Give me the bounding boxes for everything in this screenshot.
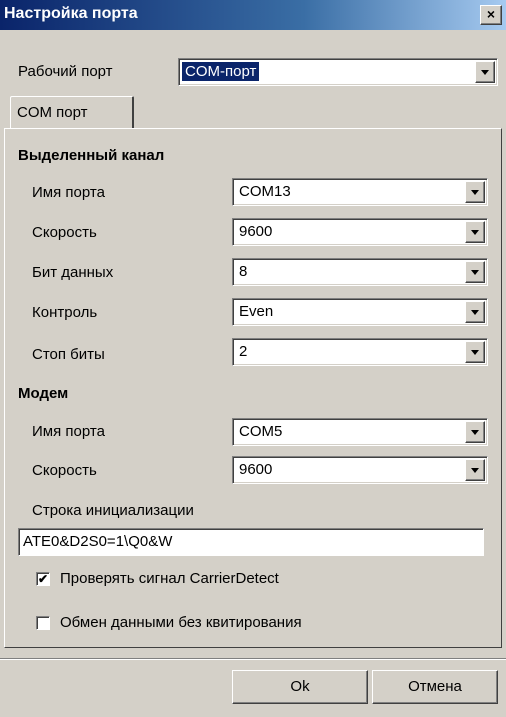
- chevron-down-icon[interactable]: [465, 181, 485, 203]
- ded-databits-label: Бит данных: [32, 264, 114, 281]
- chevron-down-icon[interactable]: [465, 261, 485, 283]
- tab-com-port[interactable]: COM порт: [10, 96, 134, 128]
- close-button[interactable]: ×: [480, 5, 502, 25]
- footer-separator: [0, 658, 506, 660]
- section-modem-heading: Модем: [18, 385, 69, 402]
- close-icon: ×: [486, 6, 496, 22]
- ded-port-name-value: COM13: [239, 183, 291, 200]
- ded-databits-select[interactable]: 8: [232, 258, 488, 286]
- cancel-button[interactable]: Отмена: [372, 670, 498, 704]
- work-port-value: COM-порт: [180, 61, 261, 82]
- window-title: Настройка порта: [4, 5, 138, 22]
- chevron-down-icon[interactable]: [465, 221, 485, 243]
- ded-stopbits-select[interactable]: 2: [232, 338, 488, 366]
- ded-port-name-select[interactable]: COM13: [232, 178, 488, 206]
- chevron-down-icon[interactable]: [465, 341, 485, 363]
- chevron-down-icon[interactable]: [465, 301, 485, 323]
- ded-port-name-label: Имя порта: [32, 184, 105, 201]
- ded-parity-label: Контроль: [32, 304, 98, 321]
- ded-parity-select[interactable]: Even: [232, 298, 488, 326]
- modem-speed-select[interactable]: 9600: [232, 456, 488, 484]
- ded-databits-value: 8: [239, 263, 248, 280]
- work-port-label: Рабочий порт: [18, 63, 113, 80]
- section-dedicated-heading: Выделенный канал: [18, 147, 165, 164]
- modem-port-name-select[interactable]: COM5: [232, 418, 488, 446]
- modem-port-name-value: COM5: [239, 423, 283, 440]
- init-string-value: ATE0&D2S0=1\Q0&W: [23, 533, 173, 550]
- ded-speed-label: Скорость: [32, 224, 97, 241]
- no-handshake-label[interactable]: Обмен данными без квитирования: [60, 614, 302, 631]
- ded-parity-value: Even: [239, 303, 274, 320]
- carrier-detect-label[interactable]: Проверять сигнал CarrierDetect: [60, 570, 279, 587]
- init-string-input[interactable]: ATE0&D2S0=1\Q0&W: [18, 528, 484, 556]
- ded-speed-value: 9600: [239, 223, 273, 240]
- ded-stopbits-label: Стоп биты: [32, 346, 105, 363]
- ded-speed-select[interactable]: 9600: [232, 218, 488, 246]
- check-icon: ✔: [37, 572, 49, 586]
- chevron-down-icon[interactable]: [465, 421, 485, 443]
- init-string-label: Строка инициализации: [32, 502, 194, 519]
- modem-port-name-label: Имя порта: [32, 423, 105, 440]
- chevron-down-icon[interactable]: [465, 459, 485, 481]
- modem-speed-value: 9600: [239, 461, 273, 478]
- chevron-down-icon[interactable]: [475, 61, 495, 83]
- modem-speed-label: Скорость: [32, 462, 97, 479]
- ded-stopbits-value: 2: [239, 343, 248, 360]
- ok-button[interactable]: Ok: [232, 670, 368, 704]
- work-port-select[interactable]: COM-порт: [178, 58, 498, 86]
- carrier-detect-checkbox[interactable]: ✔: [36, 572, 50, 586]
- no-handshake-checkbox[interactable]: [36, 616, 50, 630]
- title-bar: Настройка порта ×: [0, 0, 506, 30]
- tab-label: COM порт: [17, 104, 88, 121]
